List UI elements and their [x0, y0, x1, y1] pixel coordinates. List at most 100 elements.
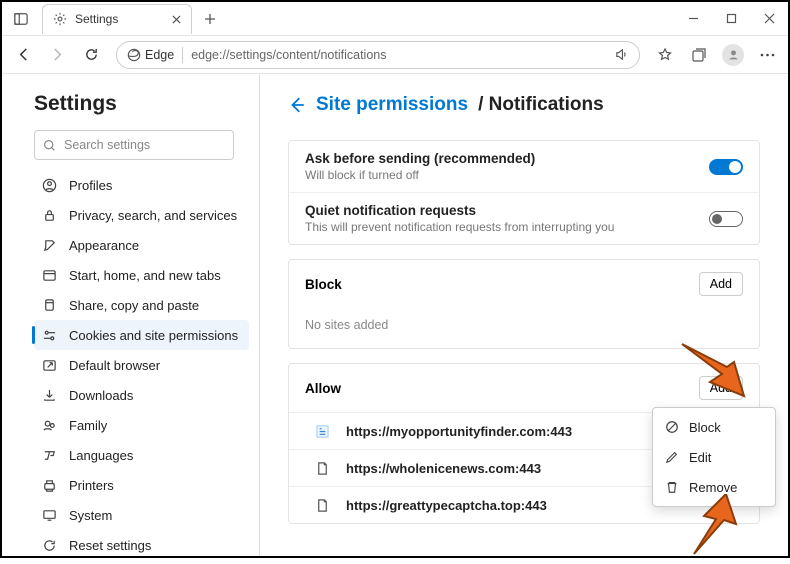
minimize-button[interactable] — [674, 2, 712, 35]
site-url: https://myopportunityfinder.com:443 — [346, 424, 572, 439]
pencil-icon — [665, 450, 679, 464]
settings-heading: Settings — [34, 92, 249, 116]
sidebar-item-appearance[interactable]: Appearance — [34, 230, 249, 260]
sidebar-item-reset-settings[interactable]: Reset settings — [34, 530, 249, 556]
breadcrumb-current: / Notifications — [478, 94, 604, 116]
options-card: Ask before sending (recommended) Will bl… — [288, 140, 760, 245]
nav-icon — [42, 358, 57, 373]
forward-button[interactable] — [42, 40, 72, 70]
breadcrumb-parent-link[interactable]: Site permissions — [316, 94, 468, 116]
sidebar-item-share-copy-and-paste[interactable]: Share, copy and paste — [34, 290, 249, 320]
sidebar-item-label: Privacy, search, and services — [69, 208, 237, 223]
sidebar-item-printers[interactable]: Printers — [34, 470, 249, 500]
flyout-block[interactable]: Block — [653, 412, 775, 442]
maximize-icon — [726, 13, 737, 24]
nav-icon — [42, 388, 57, 403]
titlebar: Settings — [2, 2, 788, 36]
sidebar-item-label: Profiles — [69, 178, 112, 193]
sidebar-item-cookies-and-site-permissions[interactable]: Cookies and site permissions — [34, 320, 249, 350]
sidebar-item-label: Printers — [69, 478, 114, 493]
document-icon — [315, 498, 330, 513]
collections-button[interactable] — [684, 40, 714, 70]
ask-before-sending-row: Ask before sending (recommended) Will bl… — [289, 141, 759, 193]
address-separator — [182, 47, 183, 63]
tab-grid-icon — [14, 12, 28, 26]
sidebar-item-label: Appearance — [69, 238, 139, 253]
search-input[interactable]: Search settings — [34, 130, 234, 160]
back-arrow-icon[interactable] — [288, 96, 306, 114]
sidebar-item-label: System — [69, 508, 112, 523]
document-icon — [315, 461, 330, 476]
plus-icon — [204, 13, 216, 25]
favorites-button[interactable] — [650, 40, 680, 70]
ellipsis-icon — [760, 53, 775, 57]
block-circle-icon — [665, 420, 679, 434]
menu-button[interactable] — [752, 40, 782, 70]
sidebar-item-privacy-search-and-services[interactable]: Privacy, search, and services — [34, 200, 249, 230]
sidebar-item-downloads[interactable]: Downloads — [34, 380, 249, 410]
address-url: edge://settings/content/notifications — [191, 48, 386, 62]
allow-title: Allow — [305, 381, 341, 396]
nav-icon — [42, 238, 57, 253]
sidebar-item-default-browser[interactable]: Default browser — [34, 350, 249, 380]
close-window-button[interactable] — [750, 2, 788, 35]
new-tab-button[interactable] — [196, 5, 224, 33]
annotation-arrow-2 — [674, 494, 744, 564]
annotation-arrow-1 — [672, 334, 752, 414]
nav-icon — [42, 328, 57, 343]
close-icon — [172, 15, 181, 24]
tab-settings[interactable]: Settings — [42, 4, 192, 34]
sidebar-item-label: Cookies and site permissions — [69, 328, 238, 343]
back-button[interactable] — [8, 40, 38, 70]
sidebar-item-label: Start, home, and new tabs — [69, 268, 221, 283]
breadcrumb: Site permissions / Notifications — [288, 94, 760, 116]
nav-icon — [42, 178, 57, 193]
block-title: Block — [305, 277, 342, 292]
sidebar-item-label: Languages — [69, 448, 133, 463]
sidebar-item-label: Family — [69, 418, 107, 433]
sidebar-item-languages[interactable]: Languages — [34, 440, 249, 470]
refresh-button[interactable] — [76, 40, 106, 70]
nav-icon — [42, 418, 57, 433]
read-aloud-icon[interactable] — [614, 47, 629, 62]
edge-logo-icon — [127, 48, 141, 62]
star-plus-icon — [657, 47, 673, 63]
maximize-button[interactable] — [712, 2, 750, 35]
address-scheme: Edge — [141, 48, 174, 62]
sidebar-item-start-home-and-new-tabs[interactable]: Start, home, and new tabs — [34, 260, 249, 290]
quiet-requests-row: Quiet notification requests This will pr… — [289, 193, 759, 244]
search-icon — [43, 139, 56, 152]
nav-icon — [42, 298, 57, 313]
collections-icon — [691, 47, 707, 63]
sidebar-nav: Profiles Privacy, search, and services A… — [34, 170, 249, 556]
block-add-button[interactable]: Add — [699, 272, 743, 296]
nav-icon — [42, 268, 57, 283]
site-actions-menu: Block Edit Remove — [652, 407, 776, 507]
tab-close-button[interactable] — [172, 15, 181, 24]
nav-icon — [42, 448, 57, 463]
sidebar-item-system[interactable]: System — [34, 500, 249, 530]
sidebar-item-label: Reset settings — [69, 538, 151, 553]
quiet-toggle[interactable] — [709, 211, 743, 227]
sidebar-item-label: Downloads — [69, 388, 133, 403]
search-placeholder: Search settings — [64, 138, 150, 152]
arrow-left-icon — [16, 47, 31, 62]
sidebar-item-family[interactable]: Family — [34, 410, 249, 440]
ask-toggle[interactable] — [709, 159, 743, 175]
address-bar[interactable]: Edge edge://settings/content/notificatio… — [116, 41, 640, 69]
arrow-right-icon — [50, 47, 65, 62]
sidebar-item-label: Share, copy and paste — [69, 298, 199, 313]
site-url: https://greattypecaptcha.top:443 — [346, 498, 547, 513]
refresh-icon — [84, 47, 99, 62]
trash-icon — [665, 480, 679, 494]
navbar: Edge edge://settings/content/notificatio… — [2, 36, 788, 74]
nav-icon — [42, 508, 57, 523]
gear-icon — [53, 12, 67, 26]
sidebar-item-label: Default browser — [69, 358, 160, 373]
sidebar-item-profiles[interactable]: Profiles — [34, 170, 249, 200]
flyout-edit[interactable]: Edit — [653, 442, 775, 472]
site-url: https://wholenicenews.com:443 — [346, 461, 541, 476]
nav-icon — [42, 478, 57, 493]
tab-actions-button[interactable] — [6, 5, 36, 33]
profile-button[interactable] — [718, 40, 748, 70]
